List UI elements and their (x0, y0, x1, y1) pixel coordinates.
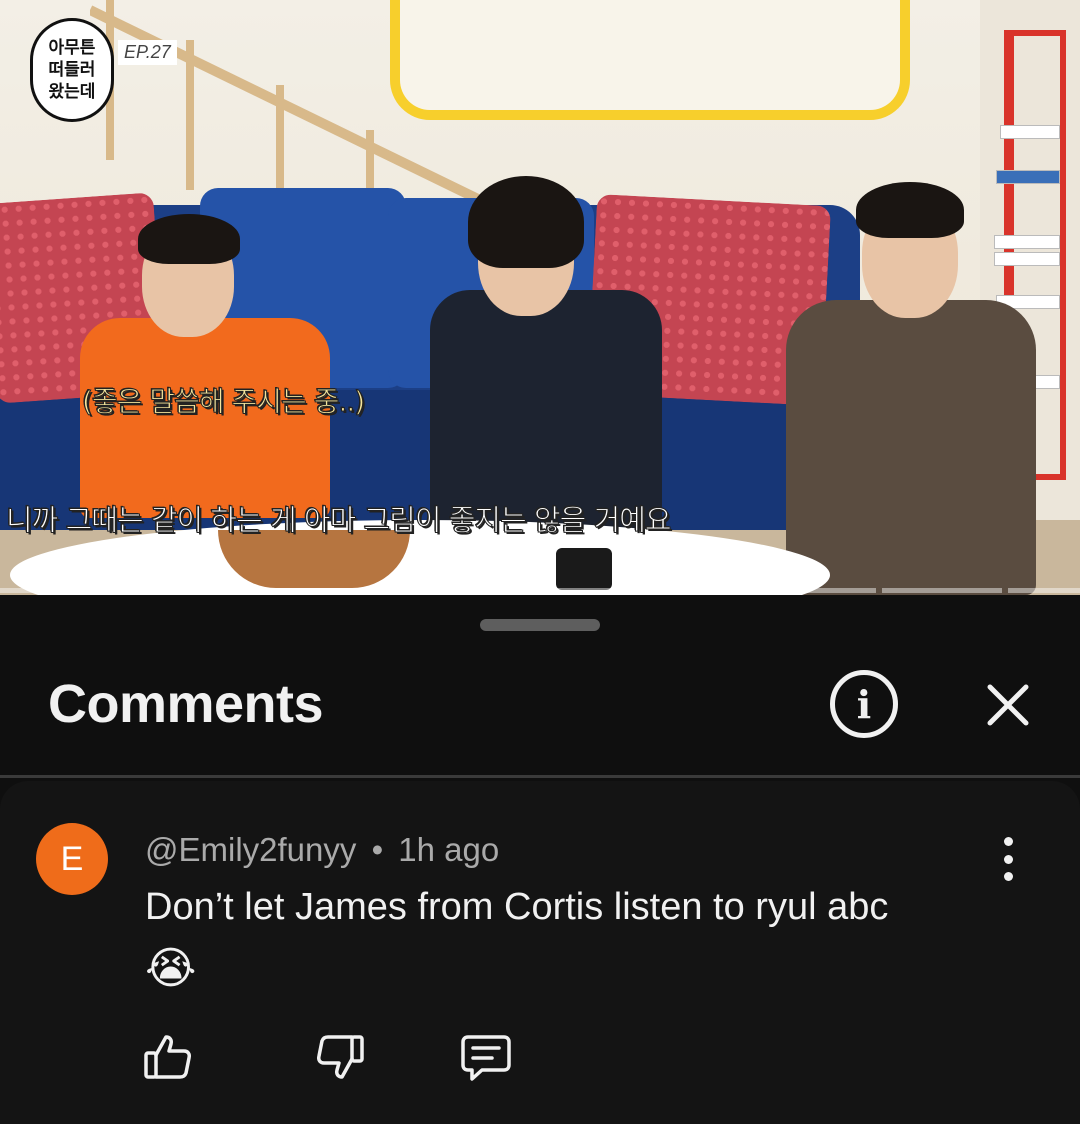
reply-icon[interactable] (458, 1029, 514, 1085)
drag-handle[interactable] (480, 619, 600, 631)
episode-badge: EP.27 (118, 40, 177, 65)
book (994, 252, 1060, 266)
video-player[interactable]: 아무튼 떠들러 왔는데 EP.27 (좋은 말씀해 주시는 중..) 니까 그때… (0, 0, 1080, 595)
comment-text: Don’t let James from Cortis listen to ry… (145, 886, 889, 928)
comment-item: E @Emily2funyy • 1h ago Don’t let James … (0, 781, 1080, 1124)
sheet-title: Comments (48, 674, 324, 734)
info-icon[interactable]: i (830, 670, 898, 738)
more-options-icon[interactable] (990, 837, 1026, 881)
action-camera (556, 548, 612, 590)
meta-separator: • (371, 831, 384, 868)
comment-author[interactable]: @Emily2funyy (145, 831, 356, 868)
show-logo: 아무튼 떠들러 왔는데 (30, 18, 114, 122)
video-chapter-bar[interactable] (0, 588, 1080, 593)
staircase (90, 0, 483, 210)
thumbs-up-icon[interactable] (140, 1029, 196, 1085)
book (1000, 125, 1060, 139)
comment-meta: @Emily2funyy • 1h ago (145, 831, 499, 869)
crying-emoji: 😭 (145, 943, 197, 994)
avatar[interactable]: E (36, 823, 108, 895)
book (994, 235, 1060, 249)
caption-small: (좋은 말씀해 주시는 중..) (81, 385, 365, 419)
book (996, 170, 1060, 184)
close-icon[interactable] (980, 677, 1036, 733)
thumbs-down-icon[interactable] (312, 1029, 368, 1085)
divider (0, 775, 1080, 778)
comment-time: 1h ago (398, 831, 500, 868)
comments-sheet: Comments i E @Emily2funyy • 1h ago Don’t… (0, 595, 1080, 1124)
caption-main: 니까 그때는 같이 하는 게 아마 그림이 좋지는 않을 거예요 (6, 503, 673, 538)
